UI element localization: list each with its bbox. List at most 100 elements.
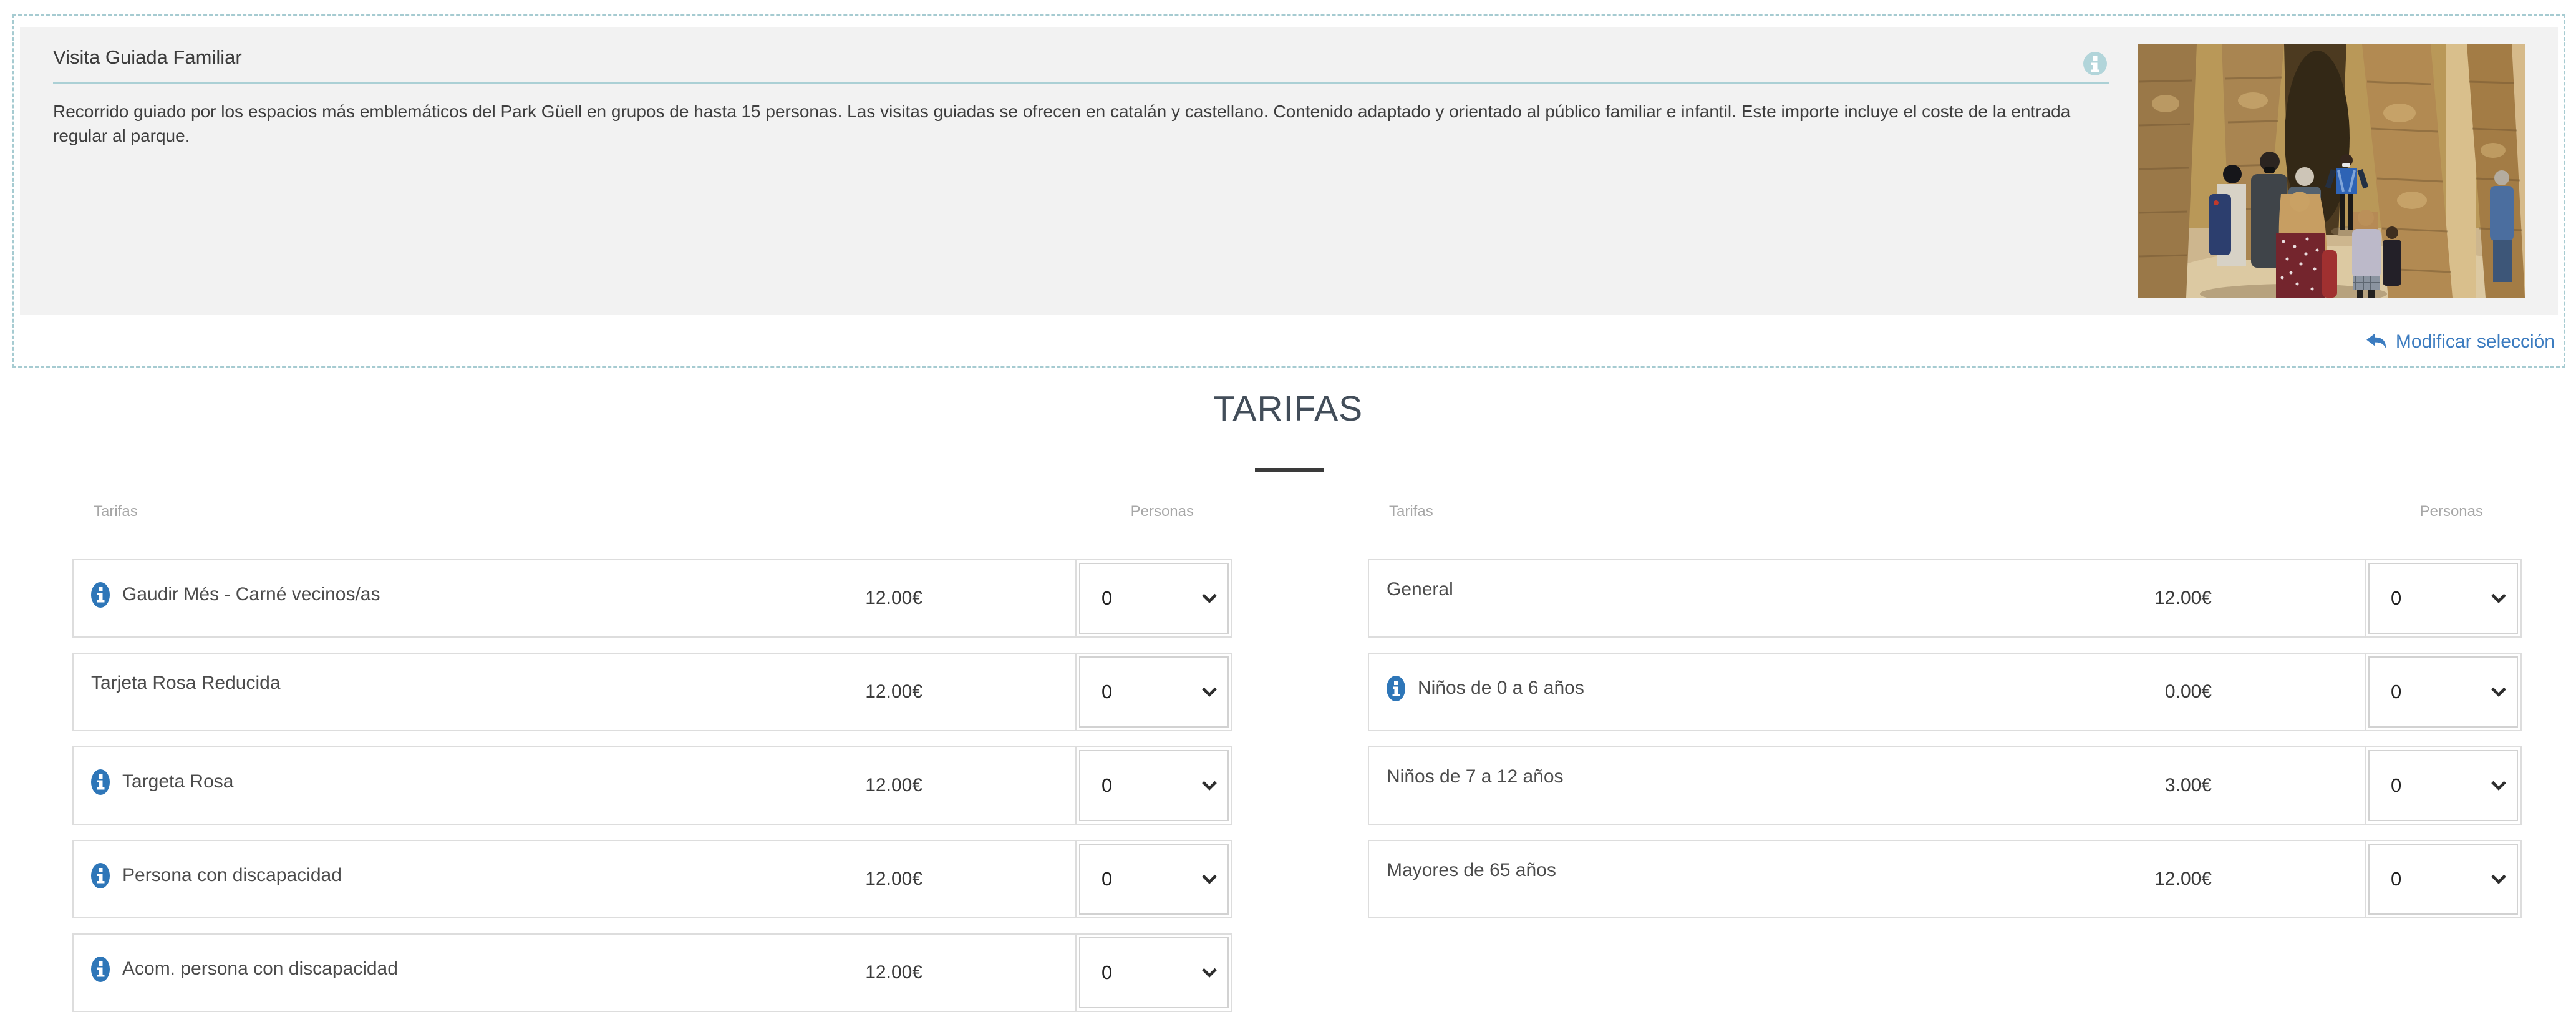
persons-select-value: 0 xyxy=(1102,587,1113,609)
tariff-label: General xyxy=(1387,579,1453,600)
persons-select-value: 0 xyxy=(2391,587,2402,609)
table-header: Tarifas Personas xyxy=(72,503,1232,520)
tariff-row: Targeta Rosa 12.00€ 0 xyxy=(72,746,1232,825)
persons-select[interactable]: 0 xyxy=(1079,844,1229,915)
tariff-label-group: Persona con discapacidad xyxy=(91,862,342,888)
tariff-label-group: Niños de 0 a 6 años xyxy=(1387,675,1584,701)
booking-page: Visita Guiada Familiar Recorrido guiado … xyxy=(0,0,2576,1032)
product-summary-box: Visita Guiada Familiar Recorrido guiado … xyxy=(12,14,2565,368)
tariff-rows: General 12.00€ 0 Niños de 0 a 6 años 0.0… xyxy=(1368,559,2522,918)
tarifas-heading: TARIFAS xyxy=(1213,389,1363,429)
info-icon[interactable] xyxy=(2083,51,2108,76)
tariff-row: Gaudir Més - Carné vecinos/as 12.00€ 0 xyxy=(72,559,1232,638)
tariff-label: Persona con discapacidad xyxy=(122,865,342,885)
table-header: Tarifas Personas xyxy=(1368,503,2522,520)
chevron-down-icon xyxy=(1202,781,1217,791)
column-header-personas: Personas xyxy=(2419,503,2483,520)
tariff-cell: Niños de 7 a 12 años 3.00€ xyxy=(1369,747,2365,824)
tariff-cell: General 12.00€ xyxy=(1369,560,2365,636)
persons-select[interactable]: 0 xyxy=(1079,937,1229,1008)
tariff-label: Mayores de 65 años xyxy=(1387,860,1556,880)
info-icon[interactable] xyxy=(1387,675,1405,701)
column-header-tarifas: Tarifas xyxy=(94,503,138,520)
chevron-down-icon xyxy=(1202,874,1217,884)
reply-arrow-icon xyxy=(2366,333,2386,349)
persons-select-value: 0 xyxy=(2391,868,2402,890)
tariff-cell: Niños de 0 a 6 años 0.00€ xyxy=(1369,654,2365,730)
persons-select-value: 0 xyxy=(2391,774,2402,796)
persons-cell: 0 xyxy=(1075,935,1231,1011)
tariff-cell: Persona con discapacidad 12.00€ xyxy=(74,841,1075,917)
persons-select[interactable]: 0 xyxy=(2368,844,2518,915)
column-header-personas: Personas xyxy=(1130,503,1194,520)
tariff-row: General 12.00€ 0 xyxy=(1368,559,2522,638)
persons-select-value: 0 xyxy=(1102,961,1113,983)
tariff-row: Niños de 7 a 12 años 3.00€ 0 xyxy=(1368,746,2522,825)
product-description: Recorrido guiado por los espacios más em… xyxy=(53,102,2071,145)
chevron-down-icon xyxy=(2491,781,2506,791)
product-panel: Visita Guiada Familiar Recorrido guiado … xyxy=(20,27,2558,315)
tariff-label: Acom. persona con discapacidad xyxy=(122,958,398,979)
persons-cell: 0 xyxy=(1075,747,1231,824)
tariff-table-right: Tarifas Personas General 12.00€ 0 Niños … xyxy=(1368,503,2522,1027)
chevron-down-icon xyxy=(2491,687,2506,697)
tariff-price: 12.00€ xyxy=(865,869,922,889)
persons-cell: 0 xyxy=(2365,841,2520,917)
tariff-label-group: Gaudir Més - Carné vecinos/as xyxy=(91,582,380,608)
tariff-price: 12.00€ xyxy=(865,962,922,983)
persons-select-value: 0 xyxy=(1102,681,1113,703)
info-icon[interactable] xyxy=(91,862,110,888)
tariff-rows: Gaudir Més - Carné vecinos/as 12.00€ 0 T… xyxy=(72,559,1232,1012)
tariff-row: Acom. persona con discapacidad 12.00€ 0 xyxy=(72,933,1232,1012)
tariff-cell: Acom. persona con discapacidad 12.00€ xyxy=(74,935,1075,1011)
chevron-down-icon xyxy=(1202,968,1217,978)
chevron-down-icon xyxy=(2491,874,2506,884)
tariff-price: 3.00€ xyxy=(2164,775,2212,796)
chevron-down-icon xyxy=(2491,593,2506,603)
tariff-label-group: Mayores de 65 años xyxy=(1387,860,1556,881)
tariff-table-left: Tarifas Personas Gaudir Més - Carné veci… xyxy=(72,503,1232,1027)
persons-select[interactable]: 0 xyxy=(1079,563,1229,634)
persons-select-value: 0 xyxy=(2391,681,2402,703)
tariff-cell: Tarjeta Rosa Reducida 12.00€ xyxy=(74,654,1075,730)
persons-cell: 0 xyxy=(1075,654,1231,730)
chevron-down-icon xyxy=(1202,687,1217,697)
tariff-label-group: Tarjeta Rosa Reducida xyxy=(91,673,281,694)
tarifas-heading-divider xyxy=(1255,468,1324,472)
tariff-price: 12.00€ xyxy=(865,588,922,608)
tariff-label: Targeta Rosa xyxy=(122,771,234,792)
title-divider xyxy=(53,82,2109,84)
persons-cell: 0 xyxy=(2365,560,2520,636)
persons-select[interactable]: 0 xyxy=(1079,750,1229,821)
tariff-tables: Tarifas Personas Gaudir Més - Carné veci… xyxy=(72,503,2522,1027)
info-icon[interactable] xyxy=(91,582,110,608)
tariff-cell: Mayores de 65 años 12.00€ xyxy=(1369,841,2365,917)
tariff-price: 12.00€ xyxy=(865,681,922,702)
tariff-label: Niños de 7 a 12 años xyxy=(1387,766,1564,787)
info-icon[interactable] xyxy=(91,956,110,982)
persons-select[interactable]: 0 xyxy=(2368,750,2518,821)
persons-cell: 0 xyxy=(1075,560,1231,636)
persons-select[interactable]: 0 xyxy=(1079,656,1229,728)
persons-cell: 0 xyxy=(2365,747,2520,824)
persons-cell: 0 xyxy=(2365,654,2520,730)
info-icon[interactable] xyxy=(91,769,110,795)
modify-selection-link[interactable]: Modificar selección xyxy=(2366,331,2555,353)
tariff-label: Niños de 0 a 6 años xyxy=(1418,678,1584,698)
chevron-down-icon xyxy=(1202,593,1217,603)
persons-select-value: 0 xyxy=(1102,868,1113,890)
tariff-label-group: General xyxy=(1387,579,1453,600)
tariff-label: Tarjeta Rosa Reducida xyxy=(91,673,281,693)
modify-selection-label: Modificar selección xyxy=(2395,331,2555,352)
persons-select-value: 0 xyxy=(1102,774,1113,796)
tariff-row: Mayores de 65 años 12.00€ 0 xyxy=(1368,840,2522,918)
tariff-price: 12.00€ xyxy=(2154,869,2212,889)
tariff-price: 0.00€ xyxy=(2164,681,2212,702)
tariff-cell: Gaudir Més - Carné vecinos/as 12.00€ xyxy=(74,560,1075,636)
column-header-tarifas: Tarifas xyxy=(1389,503,1433,520)
product-title: Visita Guiada Familiar xyxy=(53,46,242,68)
persons-select[interactable]: 0 xyxy=(2368,563,2518,634)
tour-photo xyxy=(2138,44,2525,298)
tariff-row: Persona con discapacidad 12.00€ 0 xyxy=(72,840,1232,918)
persons-select[interactable]: 0 xyxy=(2368,656,2518,728)
